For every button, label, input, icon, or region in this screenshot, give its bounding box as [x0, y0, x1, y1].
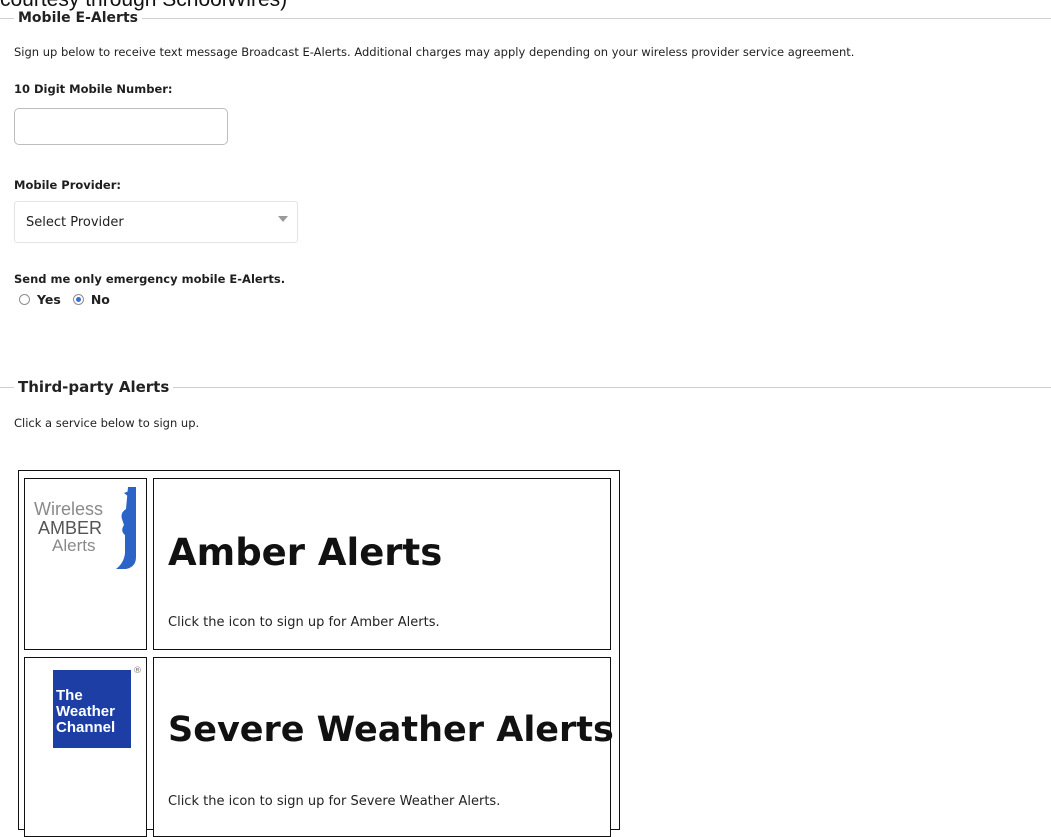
amber-logo-line-2: AMBER	[38, 518, 102, 538]
chevron-down-icon	[278, 216, 288, 222]
mobile-intro-text: Sign up below to receive text message Br…	[14, 45, 855, 59]
registered-mark-icon: ®	[133, 666, 142, 676]
radio-no[interactable]	[72, 294, 84, 305]
weather-logo-line-3: Channel	[56, 719, 116, 736]
amber-info-cell: Amber Alerts Click the icon to sign up f…	[153, 478, 611, 650]
third-party-alerts-legend: Third-party Alerts	[0, 378, 1051, 396]
mobile-e-alerts-heading: Mobile E-Alerts	[18, 10, 138, 26]
third-party-alerts-heading: Third-party Alerts	[18, 378, 170, 396]
weather-channel-logo[interactable]: The Weather Channel	[53, 670, 131, 748]
amber-alerts-description: Click the icon to sign up for Amber Aler…	[168, 615, 440, 630]
amber-logo-line-3: Alerts	[52, 536, 95, 555]
severe-weather-alerts-description: Click the icon to sign up for Severe Wea…	[168, 794, 501, 809]
radio-yes-label[interactable]: Yes	[37, 292, 61, 307]
weather-logo-cell[interactable]: The Weather Channel ®	[24, 657, 147, 837]
mobile-e-alerts-legend: Mobile E-Alerts	[0, 10, 1051, 26]
legend-rule-left	[0, 386, 14, 388]
third-party-services-table: Wireless AMBER Alerts Amber Alerts Click…	[18, 470, 620, 837]
weather-info-cell: Severe Weather Alerts Click the icon to …	[153, 657, 614, 837]
emergency-only-label: Send me only emergency mobile E-Alerts.	[14, 272, 286, 286]
mobile-provider-select[interactable]: Select Provider	[14, 201, 298, 243]
provider-selected-value: Select Provider	[26, 215, 124, 230]
weather-logo-line-1: The	[56, 687, 83, 704]
phone-label: 10 Digit Mobile Number:	[14, 82, 173, 96]
mobile-number-input[interactable]	[14, 108, 228, 145]
amber-logo-cell[interactable]: Wireless AMBER Alerts	[24, 478, 147, 650]
third-party-intro-text: Click a service below to sign up.	[14, 416, 200, 430]
provider-label: Mobile Provider:	[14, 178, 122, 192]
amber-logo-line-1: Wireless	[34, 499, 103, 519]
legend-rule-right	[173, 386, 1051, 388]
legend-rule-right	[141, 17, 1051, 19]
severe-weather-alerts-title: Severe Weather Alerts	[168, 710, 614, 750]
weather-logo-line-2: Weather	[56, 703, 115, 720]
weather-logo-text: The Weather Channel	[56, 688, 115, 736]
wireless-amber-alerts-logo[interactable]: Wireless AMBER Alerts	[30, 485, 140, 570]
amber-alerts-title: Amber Alerts	[168, 531, 443, 574]
legend-rule-left	[0, 17, 14, 19]
emergency-radio-group: Yes No	[19, 292, 122, 307]
radio-yes[interactable]	[19, 294, 30, 305]
radio-no-label[interactable]: No	[91, 292, 110, 307]
